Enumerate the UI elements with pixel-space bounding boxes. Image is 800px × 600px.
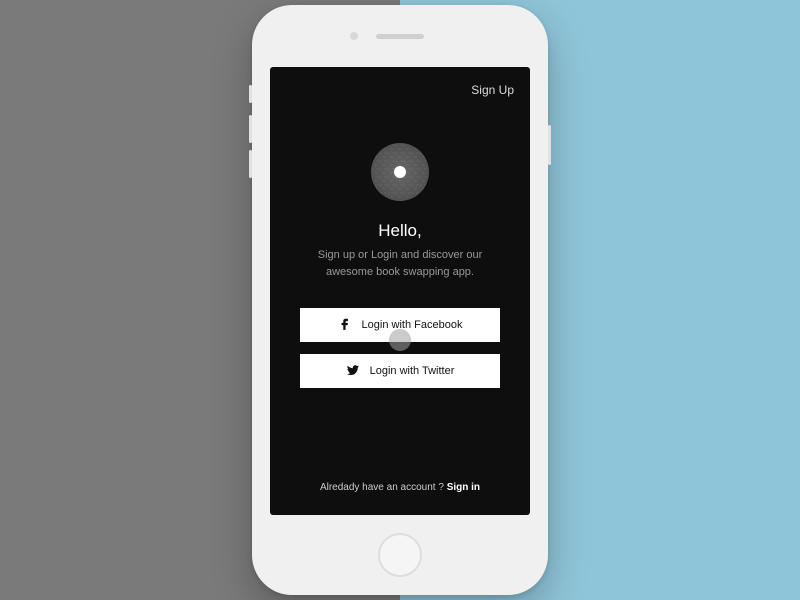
login-facebook-button[interactable]: Login with Facebook <box>300 308 500 342</box>
phone-top-bezel <box>252 5 548 67</box>
phone-frame: Sign Up Hello, Sign up or Login and disc… <box>252 5 548 595</box>
footer-prompt: Alredady have an account ? Sign in <box>270 482 530 493</box>
front-camera <box>350 32 358 40</box>
sign-in-link[interactable]: Sign in <box>447 482 480 493</box>
subtitle-line-1: Sign up or Login and discover our <box>318 249 483 261</box>
greeting-title: Hello, <box>270 221 530 241</box>
social-buttons-group: Login with Facebook Login with Twitter <box>270 308 530 388</box>
power-button <box>548 125 551 165</box>
phone-screen: Sign Up Hello, Sign up or Login and disc… <box>270 67 530 515</box>
subtitle-line-2: awesome book swapping app. <box>326 266 474 278</box>
volume-up-button <box>249 115 252 143</box>
logo-center-dot <box>394 166 406 178</box>
speaker-grille <box>376 34 424 39</box>
sign-up-link[interactable]: Sign Up <box>471 83 514 97</box>
mute-switch <box>249 85 252 103</box>
subtitle-text: Sign up or Login and discover our awesom… <box>270 247 530 280</box>
login-twitter-button[interactable]: Login with Twitter <box>300 354 500 388</box>
volume-down-button <box>249 150 252 178</box>
home-button[interactable] <box>378 533 422 577</box>
facebook-icon <box>338 317 352 334</box>
twitter-icon <box>346 363 360 380</box>
footer-prompt-text: Alredady have an account ? <box>320 482 447 493</box>
facebook-button-label: Login with Facebook <box>362 319 463 331</box>
app-logo <box>371 143 429 201</box>
twitter-button-label: Login with Twitter <box>370 365 455 377</box>
